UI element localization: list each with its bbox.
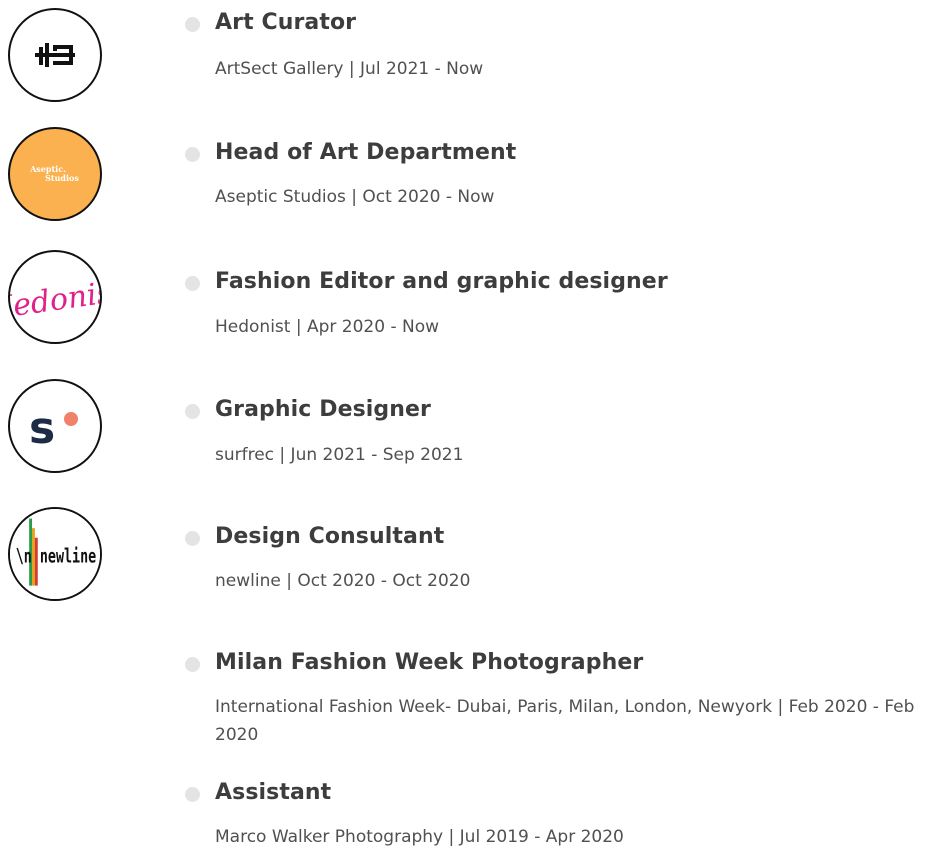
timeline-bullet <box>185 531 200 546</box>
job-company-dates: Hedonist | Apr 2020 - Now <box>215 317 440 337</box>
newline-logo-icon: \n newline <box>8 507 102 601</box>
timeline-bullet <box>185 404 200 419</box>
job-company-dates: newline | Oct 2020 - Oct 2020 <box>215 571 471 591</box>
timeline-bullet <box>185 147 200 162</box>
job-company-dates: surfrec | Jun 2021 - Sep 2021 <box>215 445 464 465</box>
timeline-bullet <box>185 657 200 672</box>
hedonist-logo-icon: Hedonist <box>8 250 102 344</box>
timeline-bullet <box>185 787 200 802</box>
logo-text: \n newline <box>16 545 96 568</box>
timeline-bullet <box>185 17 200 32</box>
logo-text: Hedonist <box>10 273 100 327</box>
surfrec-logo-icon: s <box>8 379 102 473</box>
job-title: Design Consultant <box>215 524 445 549</box>
timeline-bullet <box>185 276 200 291</box>
job-title: Art Curator <box>215 10 357 35</box>
job-company-dates: International Fashion Week- Dubai, Paris… <box>215 697 915 745</box>
logo-text: Studios <box>45 173 79 183</box>
job-title: Assistant <box>215 780 332 805</box>
job-company-dates: Aseptic Studios | Oct 2020 - Now <box>215 187 495 207</box>
job-title: Fashion Editor and graphic designer <box>215 269 668 294</box>
job-company-dates: ArtSect Gallery | Jul 2021 - Now <box>215 59 484 79</box>
job-title: Graphic Designer <box>215 397 432 422</box>
artsect-logo-icon <box>8 8 102 102</box>
job-title: Head of Art Department <box>215 140 517 165</box>
svg-text:s: s <box>29 403 55 451</box>
aseptic-studios-logo-icon: Aseptic. Studios <box>8 127 102 221</box>
job-title: Milan Fashion Week Photographer <box>215 650 644 675</box>
job-company-dates: Marco Walker Photography | Jul 2019 - Ap… <box>215 827 624 847</box>
